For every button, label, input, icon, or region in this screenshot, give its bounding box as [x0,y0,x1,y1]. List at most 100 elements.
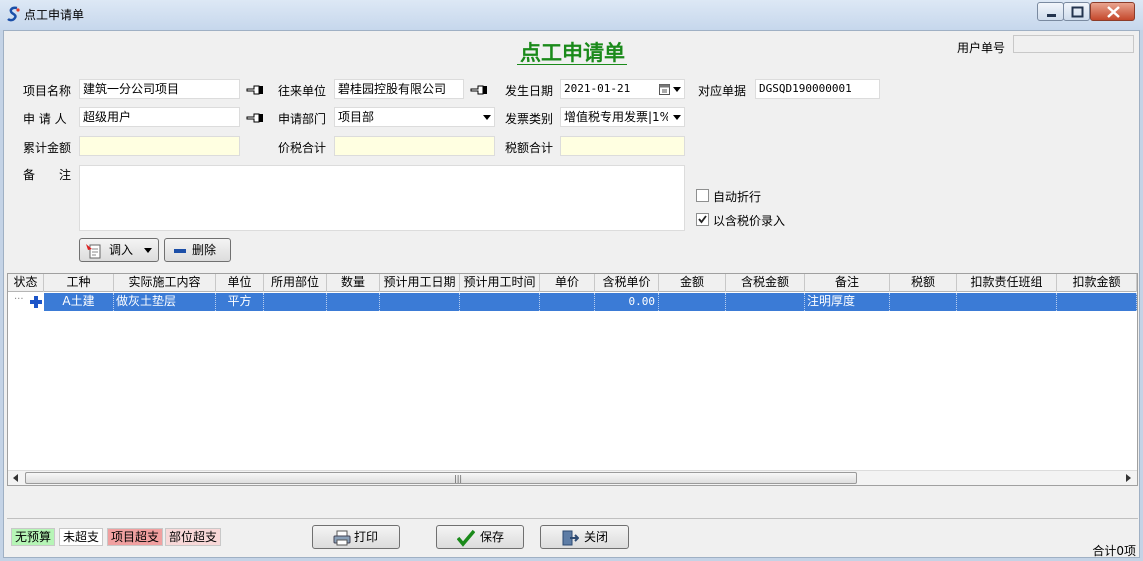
auto-discount-checkbox[interactable] [696,189,709,202]
tax-inclusive-label: 以含税价录入 [713,214,786,228]
col-header[interactable]: 金额 [659,274,726,292]
minimize-icon [1047,14,1056,17]
scroll-left-icon[interactable] [13,474,18,482]
col-header[interactable]: 含税金额 [726,274,805,292]
col-header[interactable]: 税额 [890,274,957,292]
maximize-icon [1071,6,1084,18]
applicant-label: 申 请 人 [23,112,67,126]
ref-doc-label: 对应单据 [698,84,747,98]
table-row[interactable]: ··· A土建 做灰土垫层 平方 0.00 注明厚度 [8,293,1137,311]
tax-total-label: 税额合计 [505,141,554,155]
delete-label: 删除 [192,243,217,257]
user-no-field[interactable] [1013,35,1134,53]
cell-unit[interactable]: 平方 [216,293,264,311]
total-count: 合计0项 [1092,544,1136,558]
cell-location[interactable] [264,293,327,311]
col-header[interactable]: 状态 [8,274,44,292]
cell-price[interactable] [540,293,595,311]
col-header[interactable]: 所用部位 [264,274,327,292]
col-header[interactable]: 扣款责任班组 [957,274,1057,292]
horizontal-scrollbar[interactable]: ||| [8,470,1137,485]
scroll-thumb[interactable]: ||| [25,472,857,484]
invoice-type-value: 增值税专用发票|1% [564,110,668,124]
date-label: 发生日期 [505,84,554,98]
remark-label: 备 注 [23,168,72,182]
window-titlebar: 点工申请单 [0,0,1143,30]
save-label: 保存 [480,530,505,544]
chevron-down-icon[interactable] [483,115,491,120]
print-button[interactable]: 打印 [312,525,400,549]
cell-tax[interactable] [890,293,957,311]
minus-icon [174,249,186,253]
date-picker[interactable]: 2021-01-21 [560,79,685,99]
col-header[interactable]: 工种 [44,274,114,292]
cell-tax-price[interactable]: 0.00 [595,293,659,311]
hand-pointer-icon[interactable] [246,83,264,97]
cell-date[interactable] [380,293,460,311]
exit-door-icon [562,530,579,546]
cumulative-label: 累计金额 [23,141,72,155]
ref-doc-field[interactable]: DGSQD190000001 [755,79,880,99]
user-no-label: 用户单号 [957,41,1006,55]
close-icon [1107,6,1120,18]
cell-content[interactable]: 做灰土垫层 [114,293,216,311]
maximize-button[interactable] [1063,2,1090,21]
dept-label: 申请部门 [278,112,327,126]
project-name-label: 项目名称 [23,84,72,98]
import-button[interactable]: 调入 [79,238,159,262]
col-header[interactable]: 预计用工时间 [460,274,540,292]
dept-value: 项目部 [338,110,375,124]
save-button[interactable]: 保存 [436,525,524,549]
calendar-icon[interactable] [659,83,670,95]
close-window-button[interactable] [1090,2,1135,21]
delete-button[interactable]: 删除 [164,238,231,262]
project-name-field[interactable]: 建筑一分公司项目 [79,79,240,99]
plus-icon[interactable] [29,295,43,309]
date-value: 2021-01-21 [564,82,631,95]
dept-select[interactable]: 项目部 [334,107,495,127]
col-header[interactable]: 预计用工日期 [380,274,460,292]
cell-quantity[interactable] [327,293,380,311]
invoice-type-select[interactable]: 增值税专用发票|1% [560,107,685,127]
grip-icon: ||| [454,474,463,483]
remark-textarea[interactable] [79,165,685,231]
checkmark-icon [698,215,707,224]
col-header[interactable]: 备注 [805,274,890,292]
legend-not-over: 未超支 [59,528,104,546]
chevron-down-icon[interactable] [673,115,681,120]
scroll-right-icon[interactable] [1126,474,1131,482]
hand-pointer-icon[interactable] [470,83,488,97]
cell-team[interactable] [957,293,1057,311]
invoice-type-label: 发票类别 [505,112,554,126]
col-header[interactable]: 含税单价 [595,274,659,292]
cell-tax-amount[interactable] [726,293,805,311]
partner-label: 往来单位 [278,84,327,98]
row-status-cell[interactable]: ··· [8,293,44,311]
cell-deduct[interactable] [1057,293,1137,311]
chevron-down-icon [144,248,152,253]
partner-field[interactable]: 碧桂园控股有限公司 [334,79,464,99]
col-header[interactable]: 数量 [327,274,380,292]
close-button[interactable]: 关闭 [540,525,629,549]
import-label: 调入 [109,243,134,257]
cell-time[interactable] [460,293,540,311]
cell-amount[interactable] [659,293,726,311]
legend-location-over: 部位超支 [165,528,222,546]
tax-inclusive-checkbox[interactable] [696,213,709,226]
tax-total-field [560,136,685,156]
cell-work-type[interactable]: A土建 [44,293,114,311]
tree-dots: ··· [14,294,24,305]
chevron-down-icon[interactable] [673,87,681,92]
col-header[interactable]: 实际施工内容 [114,274,216,292]
hand-pointer-icon[interactable] [246,111,264,125]
legend-project-over: 项目超支 [107,528,164,546]
applicant-field[interactable]: 超级用户 [79,107,240,127]
col-header[interactable]: 扣款金额 [1057,274,1137,292]
print-label: 打印 [354,530,379,544]
col-header[interactable]: 单位 [216,274,264,292]
cell-remark[interactable]: 注明厚度 [805,293,890,311]
col-header[interactable]: 单价 [540,274,595,292]
legend-no-budget: 无预算 [11,528,56,546]
detail-grid[interactable]: 状态 工种 实际施工内容 单位 所用部位 数量 预计用工日期 预计用工时间 单价… [7,273,1138,486]
minimize-button[interactable] [1037,2,1064,21]
